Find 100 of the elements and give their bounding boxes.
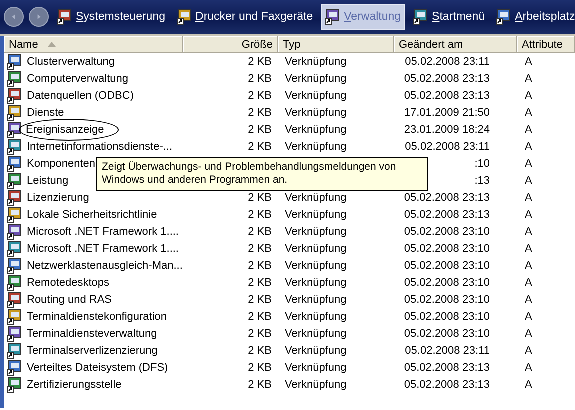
modified-date: 05.02.2008 23:10 — [404, 260, 490, 272]
file-type: Verknüpfung — [285, 260, 347, 272]
file-size: 2 KB — [248, 378, 272, 390]
modified-date: 05.02.2008 23:11 — [405, 140, 490, 152]
file-size: 2 KB — [248, 106, 272, 118]
file-name[interactable]: Internetinformationsdienste-... — [25, 140, 175, 154]
file-type: Verknüpfung — [285, 344, 347, 356]
file-attributes: A — [525, 106, 532, 118]
file-size: 2 KB — [248, 242, 272, 254]
file-type: Verknüpfung — [285, 72, 347, 84]
modified-date: 05.02.2008 23:11 — [405, 344, 490, 356]
file-size: 2 KB — [248, 192, 272, 204]
file-name[interactable]: Verteiltes Dateisystem (DFS) — [25, 360, 170, 374]
file-type: Verknüpfung — [285, 124, 347, 136]
file-name[interactable]: Lokale Sicherheitsrichtlinie — [25, 208, 160, 222]
column-header[interactable]: Attribute — [517, 36, 575, 53]
file-size: 2 KB — [248, 208, 272, 220]
file-attributes: A — [525, 208, 532, 220]
modified-date: 05.02.2008 23:13 — [404, 208, 490, 220]
file-name[interactable]: Komponenten — [25, 156, 98, 170]
file-name[interactable]: Remotedesktops — [25, 276, 112, 290]
modified-date: :10 — [474, 158, 490, 170]
file-name[interactable]: Leistung — [25, 174, 71, 188]
tooltip: Zeigt Überwachungs- und Problembehandlungsmeldungen von Windows und anderen Programmen an. — [96, 157, 428, 191]
column-header[interactable]: Typ — [278, 36, 394, 53]
modified-date: 05.02.2008 23:13 — [404, 378, 490, 390]
file-attributes: A — [525, 362, 532, 374]
modified-date: 05.02.2008 23:11 — [405, 56, 490, 68]
file-type: Verknüpfung — [285, 192, 347, 204]
file-type: Verknüpfung — [285, 242, 347, 254]
file-attributes: A — [525, 72, 532, 84]
modified-date: 05.02.2008 23:10 — [404, 226, 490, 238]
file-type: Verknüpfung — [285, 362, 347, 374]
file-type: Verknüpfung — [285, 56, 347, 68]
modified-date: 05.02.2008 23:10 — [404, 276, 490, 288]
file-attributes: A — [525, 294, 532, 306]
file-size: 2 KB — [248, 72, 272, 84]
file-attributes: A — [525, 56, 532, 68]
file-size: 2 KB — [248, 310, 272, 322]
file-size: 2 KB — [248, 344, 272, 356]
column-header[interactable]: Geändert am — [394, 36, 517, 53]
file-size: 2 KB — [248, 362, 272, 374]
toolbar-link[interactable]: Drucker und Faxgeräte — [174, 4, 316, 30]
file-type: Verknüpfung — [285, 106, 347, 118]
file-type: Verknüpfung — [285, 328, 347, 340]
file-attributes: A — [525, 344, 532, 356]
column-header[interactable]: Größe — [183, 36, 278, 53]
file-type: Verknüpfung — [285, 378, 347, 390]
file-size: 2 KB — [248, 226, 272, 238]
modified-date: 05.02.2008 23:13 — [404, 90, 490, 102]
file-name[interactable]: Microsoft .NET Framework 1.... — [25, 242, 181, 256]
file-attributes: A — [525, 276, 532, 288]
toolbar-link[interactable]: Systemsteuerung — [54, 4, 168, 30]
file-type: Verknüpfung — [285, 310, 347, 322]
file-size: 2 KB — [248, 260, 272, 272]
file-name[interactable]: Terminalserverlizenzierung — [25, 344, 160, 358]
file-attributes: A — [525, 174, 532, 186]
file-name[interactable]: Datenquellen (ODBC) — [25, 88, 136, 102]
file-type: Verknüpfung — [285, 226, 347, 238]
file-attributes: A — [525, 192, 532, 204]
file-name[interactable]: Microsoft .NET Framework 1.... — [25, 224, 181, 238]
file-name[interactable]: Netzwerklastenausgleich-Man... — [25, 258, 185, 272]
file-name[interactable]: Lizenzierung — [25, 190, 92, 204]
modified-date: 05.02.2008 23:13 — [404, 192, 490, 204]
file-attributes: A — [525, 328, 532, 340]
file-size: 2 KB — [248, 294, 272, 306]
file-attributes: A — [525, 310, 532, 322]
file-size: 2 KB — [248, 328, 272, 340]
file-size: 2 KB — [248, 90, 272, 102]
file-size: 2 KB — [248, 140, 272, 152]
file-name[interactable]: Terminaldiensteverwaltung — [25, 326, 160, 340]
file-attributes: A — [525, 260, 532, 272]
file-attributes: A — [525, 378, 532, 390]
modified-date: 17.01.2009 21:50 — [404, 106, 490, 118]
file-name[interactable]: Zertifizierungsstelle — [25, 378, 124, 392]
file-type: Verknüpfung — [285, 140, 347, 152]
file-attributes: A — [525, 226, 532, 238]
column-header[interactable]: Name — [4, 36, 183, 53]
file-name[interactable]: Ereignisanzeige — [19, 118, 120, 140]
file-attributes: A — [525, 124, 532, 136]
modified-date: 05.02.2008 23:10 — [404, 310, 490, 322]
file-name[interactable]: Clusterverwaltung — [25, 54, 118, 68]
modified-date: 05.02.2008 23:13 — [404, 72, 490, 84]
file-size: 2 KB — [248, 276, 272, 288]
modified-date: 05.02.2008 23:10 — [404, 242, 490, 254]
file-type: Verknüpfung — [285, 208, 347, 220]
modified-date: :13 — [474, 174, 490, 186]
file-size: 2 KB — [248, 56, 272, 68]
file-size: 2 KB — [248, 124, 272, 136]
toolbar-link[interactable]: Arbeitsplatz — [493, 4, 575, 30]
file-name[interactable]: Computerverwaltung — [25, 72, 130, 86]
file-attributes: A — [525, 242, 532, 254]
modified-date: 05.02.2008 23:13 — [404, 362, 490, 374]
file-attributes: A — [525, 90, 532, 102]
file-name[interactable]: Routing und RAS — [25, 292, 114, 306]
toolbar-link[interactable]: Startmenü — [410, 4, 488, 30]
file-type: Verknüpfung — [285, 294, 347, 306]
file-name[interactable]: Dienste — [25, 106, 66, 120]
modified-date: 23.01.2009 18:24 — [404, 124, 490, 136]
file-name[interactable]: Terminaldienstekonfiguration — [25, 310, 170, 324]
